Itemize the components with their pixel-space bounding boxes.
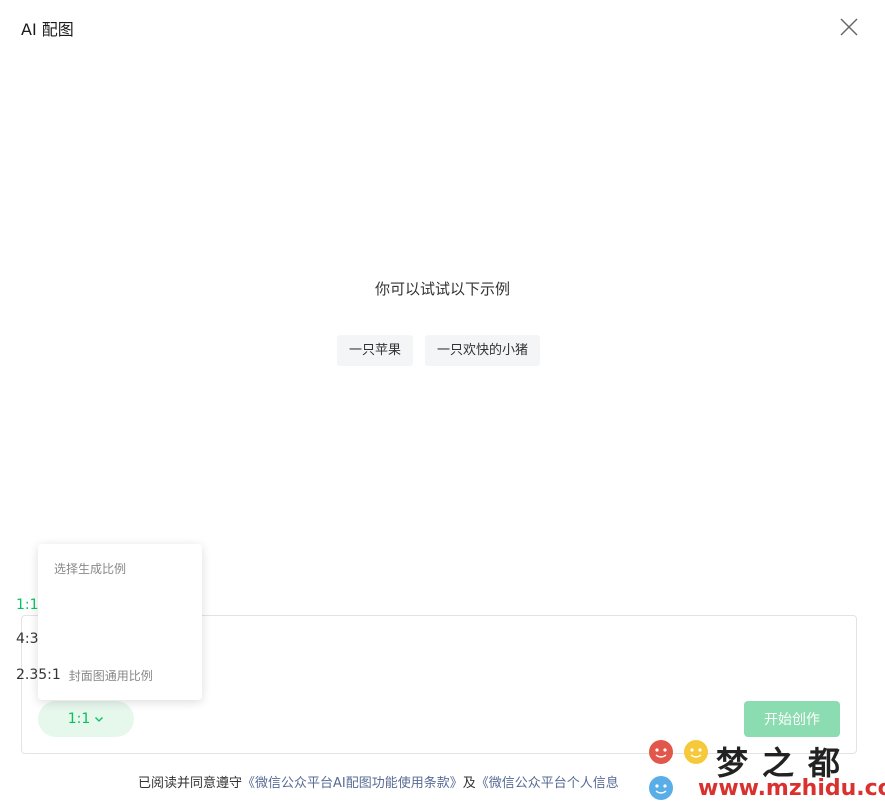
close-icon [840, 18, 858, 36]
example-chip-piglet[interactable]: 一只欢快的小猪 [425, 335, 541, 366]
ratio-select-button[interactable]: 1:1 [38, 701, 134, 737]
dialog-title: AI 配图 [21, 20, 74, 39]
chevron-down-icon [95, 717, 104, 722]
agreement-prefix: 已阅读并同意遵守 [138, 776, 243, 791]
close-button[interactable] [836, 14, 862, 40]
dropdown-title: 选择生成比例 [54, 562, 127, 576]
ratio-option-label: 1:1 [16, 597, 39, 613]
example-hint: 你可以试试以下示例 [374, 280, 510, 298]
ratio-option-label: 4:3 [16, 631, 39, 647]
ratio-value: 1:1 [67, 711, 91, 727]
agreement-text: 已阅读并同意遵守《微信公众平台AI配图功能使用条款》及《微信公众平台个人信息 [138, 772, 619, 791]
terms-link[interactable]: 《微信公众平台AI配图功能使用条款》 [242, 776, 463, 791]
ratio-option-4-3[interactable]: 4:3 [0, 624, 164, 654]
watermark-url: www.mzhidu.com [698, 776, 885, 801]
example-chip-apple[interactable]: 一只苹果 [336, 335, 413, 366]
ratio-option-2-35-1[interactable]: 2.35:1 封面图通用比例 [0, 660, 164, 690]
watermark: 梦之都 www.mzhidu.com [646, 736, 885, 805]
agreement-middle: 及 [462, 776, 476, 791]
ratio-option-label: 2.35:1 [16, 667, 61, 683]
example-list: 一只苹果 一只欢快的小猪 [0, 335, 885, 366]
ratio-option-note: 封面图通用比例 [68, 668, 153, 683]
start-create-button[interactable]: 开始创作 [744, 701, 840, 737]
privacy-link[interactable]: 《微信公众平台个人信息 [476, 776, 619, 791]
ratio-option-1-1[interactable]: 1:1 [0, 590, 164, 620]
